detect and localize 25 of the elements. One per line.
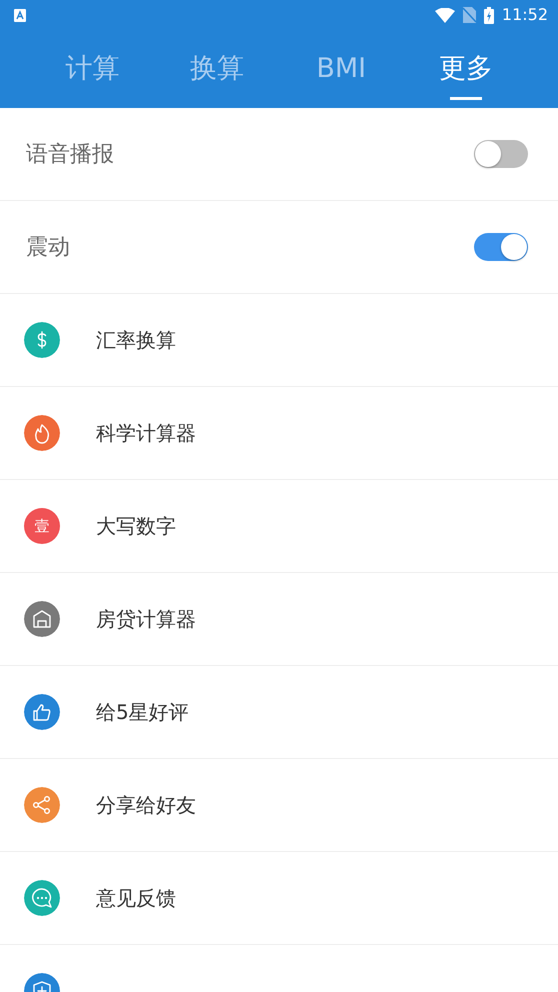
menu-item[interactable]: 分享给好友: [0, 759, 558, 852]
menu-item[interactable]: 壹 大写数字: [0, 480, 558, 573]
menu-label: 大写数字: [96, 513, 176, 540]
character-icon: 壹: [24, 508, 60, 544]
menu-item[interactable]: 汇率换算: [0, 294, 558, 387]
menu-label: 意见反馈: [96, 885, 176, 912]
status-time: 11:52: [502, 4, 548, 26]
toggle-switch[interactable]: [474, 233, 528, 261]
menu-label: 汇率换算: [96, 327, 176, 354]
setting-label: 震动: [26, 234, 70, 262]
menu-label: 科学计算器: [96, 420, 196, 447]
toggle-switch[interactable]: [474, 140, 528, 168]
menu-label: 房贷计算器: [96, 606, 196, 633]
menu-item[interactable]: 给5星好评: [0, 666, 558, 759]
menu-item[interactable]: 科学计算器: [0, 387, 558, 480]
app-notification-icon: [14, 8, 26, 22]
setting-label: 语音播报: [26, 140, 114, 168]
tab[interactable]: 更多: [404, 30, 528, 108]
no-sim-icon: [462, 7, 476, 23]
menu-label: 给5星好评: [96, 699, 189, 726]
menu-item[interactable]: 房贷计算器: [0, 573, 558, 666]
wifi-icon: [434, 8, 455, 22]
menu-label: 分享给好友: [96, 792, 196, 819]
battery-charging-icon: [484, 6, 494, 24]
menu-item[interactable]: 意见反馈: [0, 852, 558, 945]
